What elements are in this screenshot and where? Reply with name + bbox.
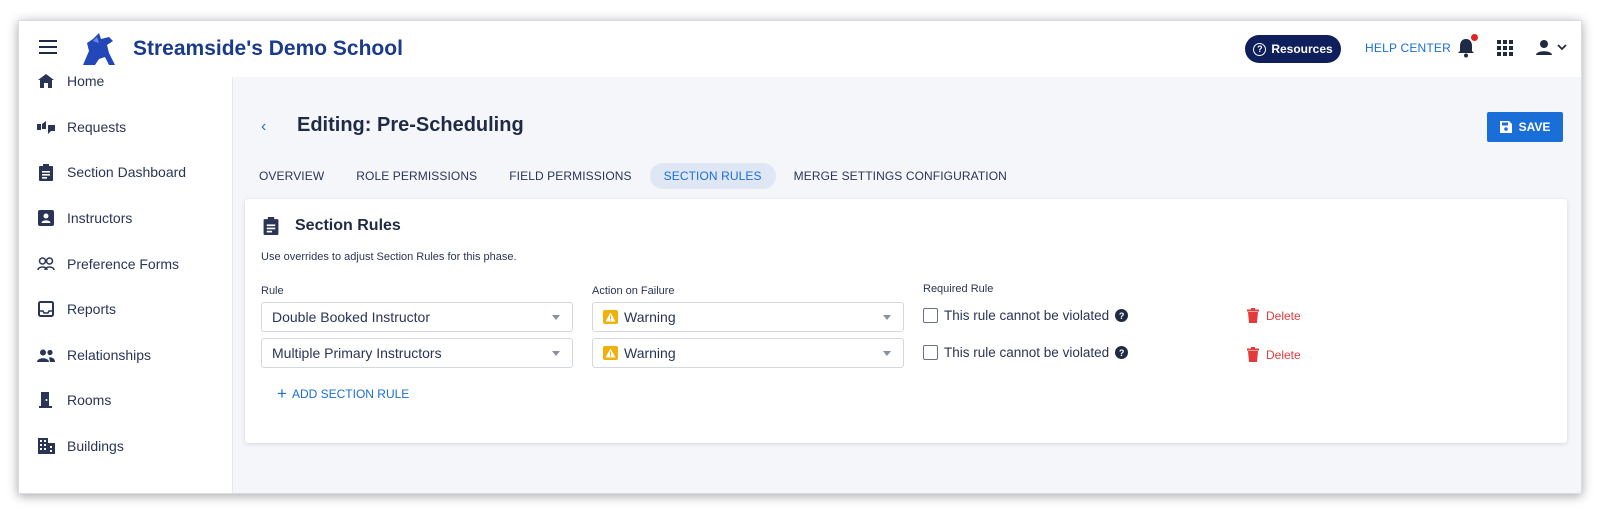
rule-select[interactable]: Double Booked Instructor [261, 302, 573, 332]
inbox-icon [37, 300, 55, 318]
tab-field-permissions[interactable]: FIELD PERMISSIONS [495, 163, 645, 189]
sidebar-item-label: Home [67, 73, 105, 89]
sidebar: Home Requests Section Dashboard Instruct… [19, 73, 233, 493]
required-rule-control: This rule cannot be violated ? [923, 308, 1129, 323]
trash-icon [1247, 308, 1259, 323]
save-label: SAVE [1518, 120, 1551, 134]
clipboard-icon [37, 163, 55, 181]
user-icon [1536, 40, 1567, 55]
warning-icon [603, 346, 618, 360]
people-outline-icon [37, 255, 55, 273]
help-circle-icon: ? [1253, 42, 1267, 56]
sidebar-item-label: Preference Forms [67, 256, 180, 272]
group-icon [37, 346, 55, 364]
sidebar-item-label: Instructors [67, 210, 133, 226]
sidebar-item-relationships[interactable]: Relationships [37, 345, 151, 365]
delete-label: Delete [1266, 347, 1301, 362]
top-bar: Streamside's Demo School ? Resources HEL… [19, 21, 1581, 77]
sidebar-item-preference-forms[interactable]: Preference Forms [37, 254, 179, 274]
resources-button[interactable]: ? Resources [1245, 35, 1341, 63]
action-select[interactable]: Warning [592, 338, 904, 368]
dropdown-caret-icon [552, 315, 560, 320]
required-rule-control: This rule cannot be violated ? [923, 345, 1129, 360]
tab-bar: OVERVIEW ROLE PERMISSIONS FIELD PERMISSI… [245, 163, 1025, 189]
section-rules-card: Section Rules Use overrides to adjust Se… [245, 199, 1567, 443]
required-rule-checkbox[interactable] [923, 308, 938, 323]
add-section-rule-button[interactable]: + ADD SECTION RULE [277, 384, 410, 403]
badge-icon [37, 209, 55, 227]
notifications-bell-icon[interactable] [1457, 34, 1478, 58]
dropdown-caret-icon [883, 351, 891, 356]
tab-overview[interactable]: OVERVIEW [245, 163, 338, 189]
help-center-link[interactable]: HELP CENTER [1365, 41, 1451, 55]
sidebar-item-label: Relationships [67, 347, 152, 363]
required-rule-label: This rule cannot be violated [944, 345, 1110, 360]
sidebar-item-instructors[interactable]: Instructors [37, 208, 132, 228]
trash-icon [1247, 347, 1259, 362]
dropdown-caret-icon [883, 315, 891, 320]
plus-icon: + [277, 384, 287, 403]
floppy-disk-icon [1499, 121, 1512, 133]
building-icon [37, 437, 55, 455]
sidebar-item-label: Section Dashboard [67, 164, 187, 180]
page-title: Editing: Pre-Scheduling [297, 114, 524, 136]
user-menu[interactable] [1535, 38, 1569, 58]
card-description: Use overrides to adjust Section Rules fo… [261, 251, 517, 263]
notification-badge [1471, 34, 1478, 41]
rule-column-label: Rule [261, 285, 284, 297]
warning-icon [603, 310, 618, 324]
card-title: Section Rules [295, 217, 401, 234]
rule-select-value: Double Booked Instructor [272, 309, 430, 325]
help-circle-icon[interactable]: ? [1115, 346, 1129, 359]
required-rule-label: This rule cannot be violated [944, 308, 1110, 323]
action-column-label: Action on Failure [592, 285, 675, 297]
sidebar-item-label: Buildings [67, 438, 124, 454]
action-select-value: Warning [624, 345, 676, 361]
home-icon [37, 72, 55, 90]
rule-select-value: Multiple Primary Instructors [272, 345, 442, 361]
sidebar-item-home[interactable]: Home [37, 71, 104, 91]
sidebar-item-buildings[interactable]: Buildings [37, 436, 124, 456]
save-button[interactable]: SAVE [1487, 112, 1563, 142]
app-window: Streamside's Demo School ? Resources HEL… [18, 20, 1582, 494]
delete-button[interactable]: Delete [1247, 347, 1301, 362]
action-select-value: Warning [624, 309, 676, 325]
menu-icon[interactable] [39, 40, 57, 54]
school-logo [83, 33, 115, 65]
sidebar-item-reports[interactable]: Reports [37, 299, 116, 319]
sidebar-item-rooms[interactable]: Rooms [37, 390, 111, 410]
dropdown-caret-icon [552, 351, 560, 356]
resources-label: Resources [1271, 42, 1333, 56]
apps-grid-icon[interactable] [1497, 40, 1513, 56]
main-content: ‹ Editing: Pre-Scheduling SAVE OVERVIEW … [233, 77, 1581, 493]
sidebar-item-label: Rooms [67, 392, 112, 408]
tab-section-rules[interactable]: SECTION RULES [649, 163, 776, 189]
sidebar-item-section-dashboard[interactable]: Section Dashboard [37, 162, 186, 182]
back-chevron-icon[interactable]: ‹ [261, 118, 266, 136]
sidebar-item-label: Requests [67, 119, 127, 135]
clipboard-icon [263, 217, 279, 235]
door-icon [37, 391, 55, 409]
sidebar-item-label: Reports [67, 301, 117, 317]
required-column-label: Required Rule [923, 283, 994, 295]
tab-role-permissions[interactable]: ROLE PERMISSIONS [342, 163, 491, 189]
action-select[interactable]: Warning [592, 302, 904, 332]
rule-select[interactable]: Multiple Primary Instructors [261, 338, 573, 368]
add-section-rule-label: ADD SECTION RULE [291, 387, 410, 401]
help-circle-icon[interactable]: ? [1115, 309, 1129, 322]
delete-button[interactable]: Delete [1247, 308, 1301, 323]
required-rule-checkbox[interactable] [923, 345, 938, 360]
sidebar-item-requests[interactable]: Requests [37, 117, 126, 137]
school-name: Streamside's Demo School [133, 37, 403, 60]
delete-label: Delete [1266, 308, 1301, 323]
requests-icon [37, 118, 55, 136]
tab-merge-settings-configuration[interactable]: MERGE SETTINGS CONFIGURATION [780, 163, 1021, 189]
